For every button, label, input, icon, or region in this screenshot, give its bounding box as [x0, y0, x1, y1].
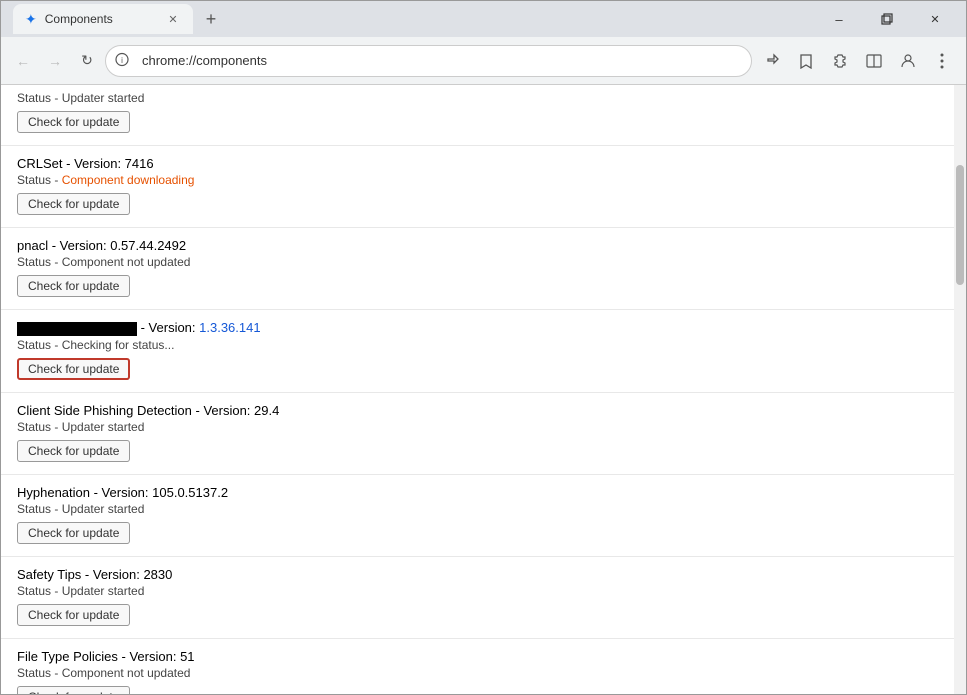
- restore-button[interactable]: [864, 3, 910, 35]
- check-button-file-type-policies[interactable]: Check for update: [17, 686, 130, 694]
- tab-label: Components: [45, 12, 113, 26]
- component-item-file-type-policies: File Type Policies - Version: 51 Status …: [1, 639, 954, 694]
- component-name-hyphenation: Hyphenation - Version: 105.0.5137.2: [17, 485, 938, 500]
- tab-icon: ✦: [25, 11, 37, 28]
- toolbar-right: [756, 45, 958, 77]
- extensions-button[interactable]: [824, 45, 856, 77]
- component-status-hyphenation: Status - Updater started: [17, 502, 938, 516]
- component-item-cspd: Client Side Phishing Detection - Version…: [1, 393, 954, 475]
- check-button-redacted[interactable]: Check for update: [17, 358, 130, 380]
- scrollbar-track[interactable]: [954, 85, 966, 694]
- browser-tab-components[interactable]: ✦ Components ✕: [13, 4, 193, 34]
- check-button-crlset[interactable]: Check for update: [17, 193, 130, 215]
- scrollbar-thumb[interactable]: [956, 165, 964, 285]
- component-item-hyphenation: Hyphenation - Version: 105.0.5137.2 Stat…: [1, 475, 954, 557]
- component-name-file-type-policies: File Type Policies - Version: 51: [17, 649, 938, 664]
- new-tab-button[interactable]: +: [197, 5, 225, 33]
- secure-icon: i: [115, 52, 129, 69]
- check-button-pnacl[interactable]: Check for update: [17, 275, 130, 297]
- component-item-safety-tips: Safety Tips - Version: 2830 Status - Upd…: [1, 557, 954, 639]
- component-item-redacted: - Version: 1.3.36.141 Status - Checking …: [1, 310, 954, 393]
- component-name-cspd: Client Side Phishing Detection - Version…: [17, 403, 938, 418]
- title-bar: ✦ Components ✕ + – ✕: [1, 1, 966, 37]
- component-status-cspd: Status - Updater started: [17, 420, 938, 434]
- check-button-hyphenation[interactable]: Check for update: [17, 522, 130, 544]
- address-input-wrapper: i: [105, 45, 752, 77]
- window-controls: – ✕: [816, 3, 958, 35]
- close-button[interactable]: ✕: [912, 3, 958, 35]
- refresh-button[interactable]: ↻: [73, 47, 101, 75]
- address-bar: ← → ↻ i: [1, 37, 966, 85]
- component-name-safety-tips: Safety Tips - Version: 2830: [17, 567, 938, 582]
- component-name-redacted: - Version: 1.3.36.141: [17, 320, 938, 336]
- back-button[interactable]: ←: [9, 47, 37, 75]
- minimize-button[interactable]: –: [816, 3, 862, 35]
- content-area: Status - Updater started Check for updat…: [1, 85, 954, 694]
- forward-button[interactable]: →: [41, 47, 69, 75]
- component-status-crlset: Status - Component downloading: [17, 173, 938, 187]
- partial-status: Status - Updater started: [17, 91, 938, 105]
- component-item-pnacl: pnacl - Version: 0.57.44.2492 Status - C…: [1, 228, 954, 310]
- page-content: Status - Updater started Check for updat…: [1, 85, 966, 694]
- component-name-crlset: CRLSet - Version: 7416: [17, 156, 938, 171]
- component-status-redacted: Status - Checking for status...: [17, 338, 938, 352]
- component-status-pnacl: Status - Component not updated: [17, 255, 938, 269]
- menu-button[interactable]: [926, 45, 958, 77]
- partial-top-item: Status - Updater started Check for updat…: [1, 85, 954, 146]
- redacted-label: [17, 322, 137, 336]
- svg-text:i: i: [121, 56, 123, 65]
- address-input[interactable]: [105, 45, 752, 77]
- partial-check-button[interactable]: Check for update: [17, 111, 130, 133]
- split-screen-button[interactable]: [858, 45, 890, 77]
- component-status-safety-tips: Status - Updater started: [17, 584, 938, 598]
- component-item-crlset: CRLSet - Version: 7416 Status - Componen…: [1, 146, 954, 228]
- profile-button[interactable]: [892, 45, 924, 77]
- tab-close-button[interactable]: ✕: [165, 11, 181, 27]
- component-name-pnacl: pnacl - Version: 0.57.44.2492: [17, 238, 938, 253]
- share-button[interactable]: [756, 45, 788, 77]
- check-button-cspd[interactable]: Check for update: [17, 440, 130, 462]
- check-button-safety-tips[interactable]: Check for update: [17, 604, 130, 626]
- component-status-file-type-policies: Status - Component not updated: [17, 666, 938, 680]
- bookmark-button[interactable]: [790, 45, 822, 77]
- window-frame: ✦ Components ✕ + – ✕ ← → ↻ i: [0, 0, 967, 695]
